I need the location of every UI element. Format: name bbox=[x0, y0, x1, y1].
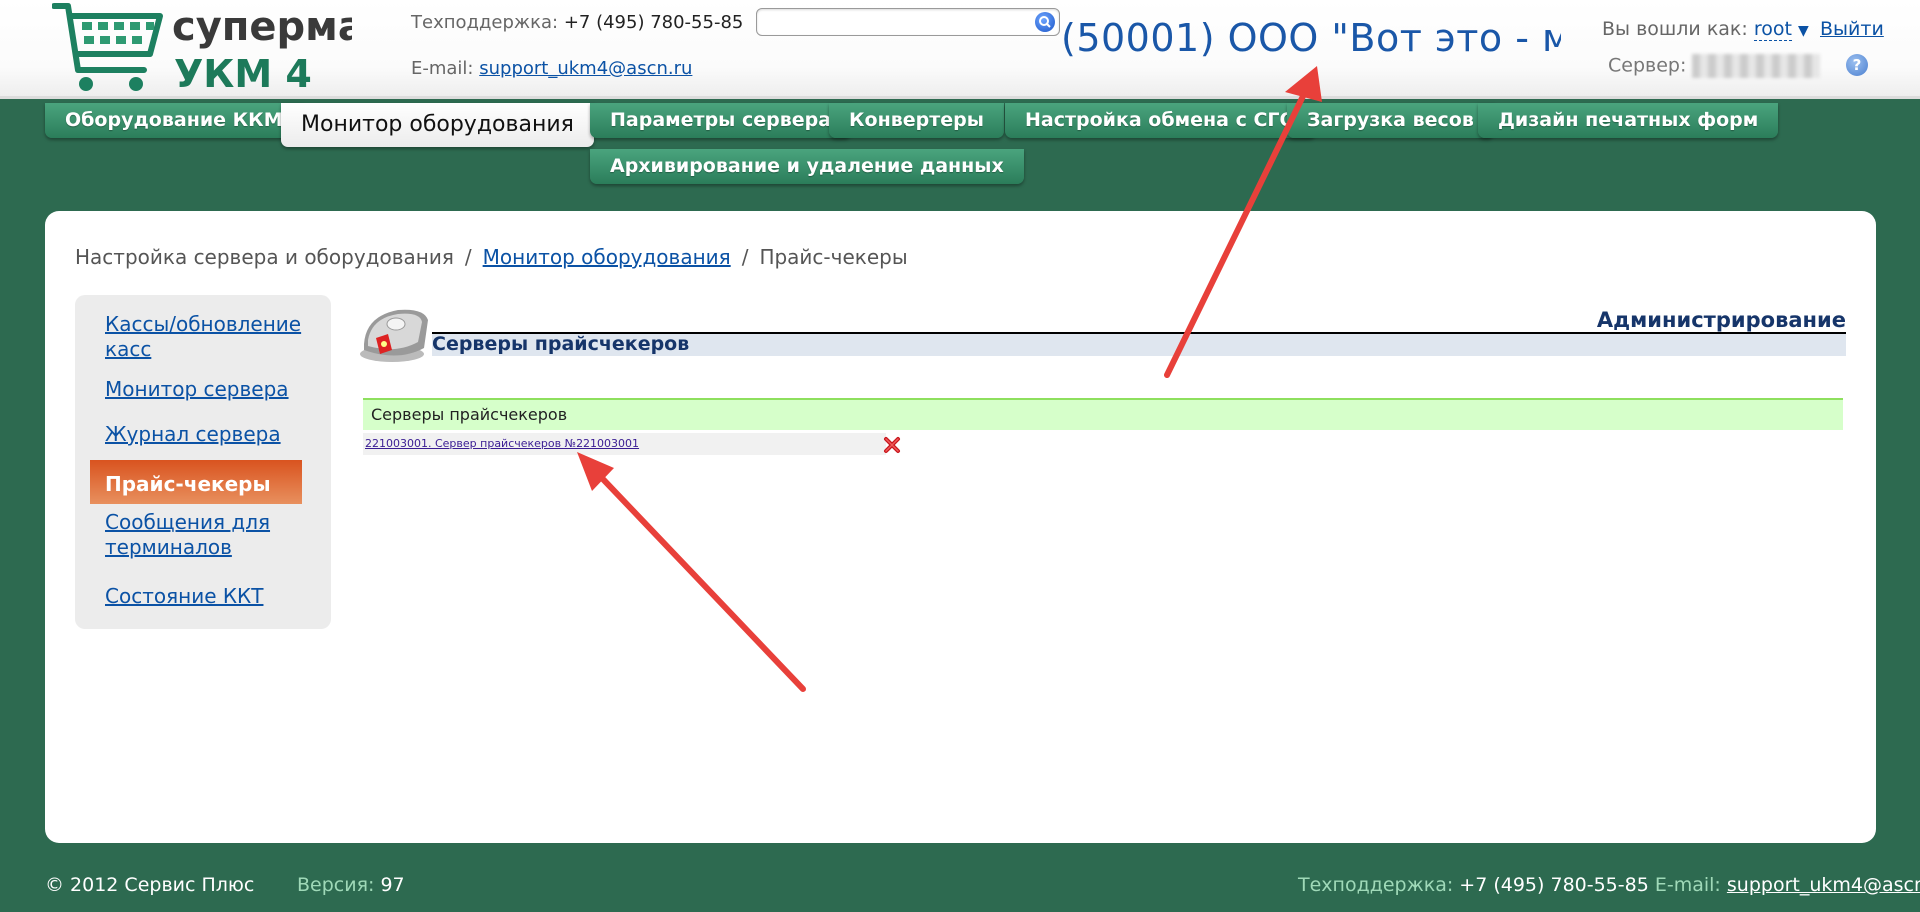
tab-scales-load[interactable]: Загрузка весов bbox=[1287, 103, 1494, 138]
table-row: 221003001. Сервер прайсчекеров №22100300… bbox=[363, 433, 886, 455]
price-checker-server-link[interactable]: 221003001. Сервер прайсчекеров №22100300… bbox=[365, 437, 639, 450]
price-checker-device-icon bbox=[360, 309, 428, 362]
sidebar: Кассы/обновление касс Монитор сервера Жу… bbox=[75, 295, 331, 629]
breadcrumb: Настройка сервера и оборудования / Монитор… bbox=[75, 245, 908, 269]
subtitle-text: Серверы прайсчекеров bbox=[432, 333, 690, 355]
chevron-down-icon[interactable]: ▼ bbox=[1798, 23, 1809, 39]
breadcrumb-parent-link[interactable]: Монитор оборудования bbox=[483, 245, 731, 269]
search-input[interactable] bbox=[756, 8, 1060, 36]
support-email-link[interactable]: support_ukm4@ascn.ru bbox=[479, 58, 692, 79]
user-menu[interactable]: root bbox=[1753, 18, 1792, 41]
table-header-text: Серверы прайсчекеров bbox=[371, 405, 568, 424]
version-info: Версия: 97 bbox=[297, 874, 405, 896]
tab-sgo-exchange[interactable]: Настройка обмена с СГО bbox=[1005, 103, 1316, 138]
logout-link[interactable]: Выйти bbox=[1820, 18, 1884, 40]
version-label: Версия: bbox=[297, 874, 375, 896]
search-icon[interactable] bbox=[1035, 12, 1055, 32]
sidebar-item-price-checkers[interactable]: Прайс-чекеры bbox=[90, 460, 302, 504]
company-name: (50001) ООО "Вот это - ма... bbox=[1061, 16, 1561, 60]
admin-section-title: Администрирование bbox=[432, 306, 1846, 334]
sidebar-item-terminal-messages[interactable]: Сообщения для терминалов bbox=[105, 510, 305, 560]
breadcrumb-separator: / bbox=[464, 245, 472, 269]
login-label: Вы вошли как: bbox=[1602, 18, 1748, 40]
brand-product: УКМ 4 bbox=[174, 52, 312, 96]
footer-support: Техподдержка: +7 (495) 780-55-85 E-mail:… bbox=[1298, 874, 1920, 896]
support-phone: +7 (495) 780-55-85 bbox=[563, 12, 744, 33]
login-info: Вы вошли как: root ▼ bbox=[1602, 18, 1809, 41]
table-header: Серверы прайсчекеров bbox=[363, 398, 1843, 430]
server-label: Сервер: bbox=[1608, 54, 1687, 77]
tab-equipment-monitor[interactable]: Монитор оборудования bbox=[281, 103, 594, 147]
server-value-redacted bbox=[1692, 54, 1821, 78]
section-title-text: Администрирование bbox=[1596, 308, 1846, 332]
footer-email-label: E-mail: bbox=[1654, 874, 1721, 896]
tab-converters[interactable]: Конвертеры bbox=[829, 103, 1004, 138]
sidebar-item-kkt-status[interactable]: Состояние ККТ bbox=[105, 584, 305, 609]
server-info: Сервер: bbox=[1608, 54, 1821, 78]
footer-support-phone: +7 (495) 780-55-85 bbox=[1459, 874, 1649, 896]
sidebar-item-cash-registers[interactable]: Кассы/обновление касс bbox=[105, 312, 305, 362]
help-icon[interactable]: ? bbox=[1846, 54, 1868, 76]
support-label: Техподдержка: bbox=[411, 12, 559, 33]
footer: © 2012 Сервис Плюс Версия: 97 Техподдерж… bbox=[0, 874, 1920, 904]
tab-print-forms[interactable]: Дизайн печатных форм bbox=[1478, 103, 1779, 138]
footer-email-link[interactable]: support_ukm4@ascn.ru bbox=[1727, 874, 1920, 896]
version-number: 97 bbox=[380, 874, 405, 896]
tab-archiving[interactable]: Архивирование и удаление данных bbox=[590, 149, 1024, 184]
breadcrumb-current: Прайс-чекеры bbox=[759, 245, 908, 269]
tab-server-params[interactable]: Параметры сервера bbox=[590, 103, 852, 138]
content-panel: Настройка сервера и оборудования / Монитор… bbox=[45, 211, 1876, 843]
supermag-logo[interactable]: супермаг УКМ 4 bbox=[52, 0, 352, 96]
support-email-line: E-mail: support_ukm4@ascn.ru bbox=[411, 58, 692, 79]
tab-kkm-equipment[interactable]: Оборудование ККМ bbox=[45, 103, 303, 138]
copyright: © 2012 Сервис Плюс bbox=[45, 874, 255, 896]
brand-name: супермаг bbox=[172, 4, 352, 50]
email-label: E-mail: bbox=[411, 58, 474, 79]
breadcrumb-root: Настройка сервера и оборудования bbox=[75, 245, 454, 269]
delete-icon[interactable] bbox=[883, 436, 901, 454]
support-phone-line: Техподдержка: +7 (495) 780-55-85 bbox=[411, 12, 743, 33]
breadcrumb-separator: / bbox=[741, 245, 749, 269]
footer-support-label: Техподдержка: bbox=[1298, 874, 1454, 896]
section-subtitle: Серверы прайсчекеров bbox=[432, 333, 1846, 356]
sidebar-item-server-log[interactable]: Журнал сервера bbox=[105, 422, 305, 447]
header: супермаг УКМ 4 Техподдержка: +7 (495) 78… bbox=[0, 0, 1920, 99]
sidebar-item-server-monitor[interactable]: Монитор сервера bbox=[105, 377, 305, 402]
